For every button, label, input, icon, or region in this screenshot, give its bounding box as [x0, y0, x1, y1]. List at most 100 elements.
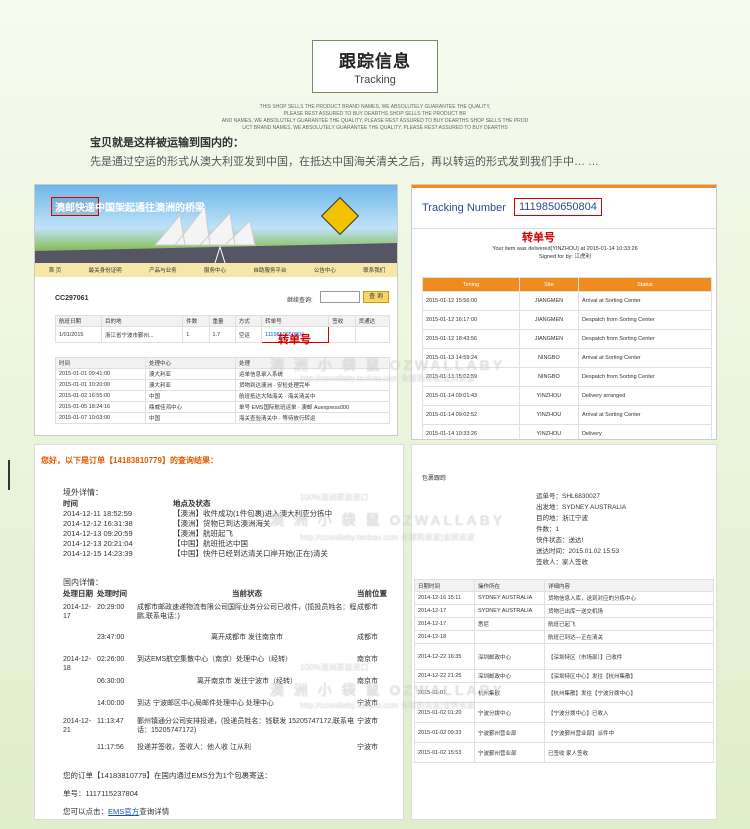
fine-line: PLEASE REST ASSURED TO BUY DEARTHS SHOP … — [283, 111, 467, 117]
cell: 2015-01-14 09:02:52 — [422, 405, 520, 425]
intro-text: 先是通过空运的形式从澳大利亚发到中国，在抵达中国海关清关之后，再以转运的形式发到… — [90, 156, 600, 168]
date — [63, 743, 97, 757]
nav-item[interactable]: 产品与业务 — [149, 266, 177, 274]
watermark-url: http://ozwallaby.taobao.com 全球购卖家|金牌卖家 — [300, 533, 475, 542]
cell — [474, 630, 545, 644]
table-header-row: 航班日期 目的地 件数 重量 方式 转单号 签收 货通达 — [55, 315, 391, 327]
cell: YINZHOU — [518, 386, 579, 406]
col-header: 操作所在 — [474, 579, 545, 592]
col-header: 当前状态 — [232, 589, 262, 598]
info-line: 出发地：SYDNEY AUSTRALIA — [536, 504, 627, 511]
cell — [328, 326, 356, 343]
info-line: 送达时间：2015.01.02 15:53 — [536, 548, 620, 555]
watermark-url: http://ozwallaby.taobao.com 全球购卖家|金牌卖家 — [300, 701, 475, 710]
col-header: Status — [577, 277, 713, 292]
section-header: 跟踪信息 Tracking — [0, 40, 750, 93]
col-header: 当前位置 — [357, 589, 387, 598]
info-line: 签收人：家人签收 — [536, 559, 588, 566]
info-line: 运单号：SHL6830027 — [536, 493, 600, 500]
status: 离开成都市 发往南京市 — [211, 634, 283, 641]
time: 2014-12-11 18:52:59 — [63, 509, 133, 518]
time: 06:30:00 — [97, 678, 125, 685]
annotation-transfer-number-2: 转单号 — [522, 232, 555, 244]
cell: Despatch from Sorting Center — [577, 310, 713, 330]
time: 11:13:47 — [97, 718, 124, 725]
footer-pre: 您可以点击： — [63, 807, 108, 816]
table-row: 2014-12-17 SYDNEY AUSTRALIA 货物已出库一送交机场 — [414, 604, 714, 618]
info-line: 快件状态：送达! — [536, 537, 584, 544]
table-row: 23:47:00 离开成都市 发往南京市 成都市 — [63, 633, 393, 655]
fine-line: THIS SHOP SELLS THE PRODUCT BRAND NAMES,… — [259, 104, 491, 110]
col-header: 航班日期 — [55, 315, 102, 327]
cell: 航班已起飞 — [544, 617, 714, 631]
fine-line: AND NAMES, WE ABSOLUTELY GUARANTEE THE Q… — [221, 118, 529, 124]
banner-slogan: 中国架起通往澳洲的桥梁 — [95, 203, 205, 214]
cell: NINGBO — [518, 367, 579, 387]
table-row: 2014-12-21 11:13:47 鄞州镇通分公司安排投递，(投递员姓名：钱联发… — [63, 717, 393, 743]
tracking-number-value[interactable]: 1119850650804 — [514, 198, 602, 216]
query-button[interactable]: 查 询 — [363, 291, 389, 303]
location: 成都市 — [357, 634, 378, 641]
cell: 宁波鄞州营业部 — [474, 742, 545, 763]
cell: 1.7 — [208, 326, 236, 343]
time: 02:26:00 — [97, 656, 125, 663]
cell: 2014-12-16 15:11 — [414, 591, 475, 605]
nav-item[interactable]: 首 页 — [49, 266, 62, 274]
cell: 已签收 家人签收 — [544, 742, 714, 763]
date — [63, 699, 97, 717]
watermark-brand: 澳 洲 小 袋 鼠 OZWALLABY — [270, 512, 506, 528]
cell: 【宁波分拨中心】已收入 — [544, 702, 714, 723]
cell: 2015-01-07 10:03:00 — [55, 412, 146, 424]
col-header: 货通达 — [354, 315, 391, 327]
cell: 【深圳特区中心】发往【杭州集散】 — [544, 669, 714, 683]
time: 14:00:00 — [97, 700, 125, 707]
cell: SYDNEY AUSTRALIA — [474, 591, 545, 605]
cell: Arrival at Sorting Center — [577, 291, 713, 311]
cell: 【深圳特区（市场部）】已收件 — [544, 643, 714, 670]
cell: 2015-01-12 15:56:00 — [422, 291, 520, 311]
cell: 2014-12-18 — [414, 630, 475, 644]
header-title-en: Tracking — [354, 74, 396, 86]
annotation-transfer-number: 转单号 — [278, 334, 311, 346]
delivered-message: Your item was delivered(YINZHOU) at 2015… — [432, 245, 698, 261]
signed-line: Signed for by: 江虎利 — [539, 254, 591, 260]
table-row: 2014-12-22 16:35 深圳邮政中心 【深圳特区（市场部）】已收件 — [414, 643, 714, 670]
order-query-title: 您好，以下是订单【14183810779】的查询结果： — [41, 456, 218, 465]
col-header: 处理日期 — [63, 589, 93, 598]
site-nav: 首 页 最关身份证明 产品与业务 服务中心 自助服务平台 公告中心 联系我们 — [35, 263, 397, 277]
nav-item[interactable]: 最关身份证明 — [89, 266, 122, 274]
cell: Delivery — [577, 424, 713, 439]
col-header: 详细内容 — [544, 579, 714, 592]
col-header: 处理中心 — [145, 357, 236, 369]
time: 20:29:00 — [97, 604, 125, 611]
cell: Despatch from Sorting Center — [577, 329, 713, 349]
tracking-screenshot-number-site: Tracking Number 1119850650804 转单号 Your i… — [411, 184, 717, 440]
table-row: 1/01/2015 浙江省宁波市鄞州... 1 1.7 空运 111985065… — [55, 326, 391, 343]
ems-official-link[interactable]: EMS官方 — [108, 807, 139, 816]
table-row: 2014-12-18 航班已到达—正在清关 — [414, 630, 714, 644]
table-row: 2015-01-07 10:03:00 中国 海关查验清关中 · 等待放行转运 — [55, 412, 390, 424]
cell: 2014-12-17 — [414, 617, 475, 631]
footer-post: 查询详情 — [139, 807, 170, 816]
nav-item[interactable]: 自助服务平台 — [253, 266, 286, 274]
cell: 浙江省宁波市鄞州... — [100, 326, 184, 343]
location: 成都市 — [357, 604, 378, 611]
nav-item[interactable]: 联系我们 — [363, 266, 385, 274]
header-title-cn: 跟踪信息 — [339, 52, 411, 71]
watermark-origin: 100%澳洲原装进口 — [300, 493, 369, 502]
cell: 2015-01-02 16:55:00 — [55, 390, 146, 402]
nav-item[interactable]: 公告中心 — [314, 266, 336, 274]
nav-item[interactable]: 服务中心 — [204, 266, 226, 274]
parcel-table: 日期时间 操作所在 详细内容 2014-12-16 15:11 SYDNEY AU… — [414, 579, 714, 763]
col-header: 目的地 — [100, 315, 184, 327]
intro-heading: 宝贝就是这样被运输到国内的： — [90, 137, 244, 149]
cell: 2015-01-05 18:24:16 — [55, 401, 146, 413]
cell: 2015-01-14 10:33:26 — [422, 424, 520, 439]
watermark-origin: 100%澳洲原装进口 — [300, 663, 369, 672]
table-row: 2015-01-02 15:53 宁波鄞州营业部 已签收 家人签收 — [414, 742, 714, 763]
cell: 2015-01-12 16:17:00 — [422, 310, 520, 330]
breadcrumb: 包裹跟踪 — [422, 476, 447, 482]
query-input[interactable] — [320, 291, 360, 303]
date: 2014-12-17 — [63, 604, 92, 620]
col-header: Timing — [422, 277, 520, 292]
